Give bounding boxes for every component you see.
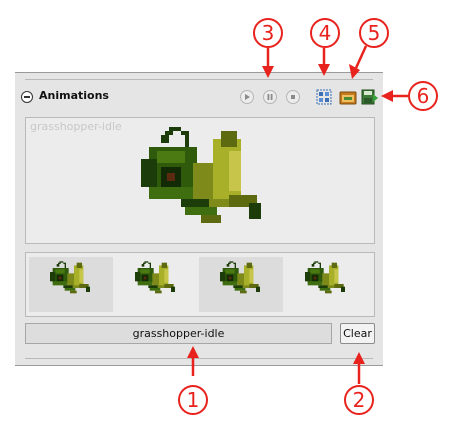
callout-4: 4 [310, 18, 340, 48]
callout-3: 3 [253, 18, 283, 48]
callout-6: 6 [408, 81, 438, 111]
callout-2: 2 [344, 385, 374, 415]
callout-5: 5 [359, 18, 389, 48]
annotation-arrows [187, 45, 408, 384]
callout-1: 1 [178, 385, 208, 415]
